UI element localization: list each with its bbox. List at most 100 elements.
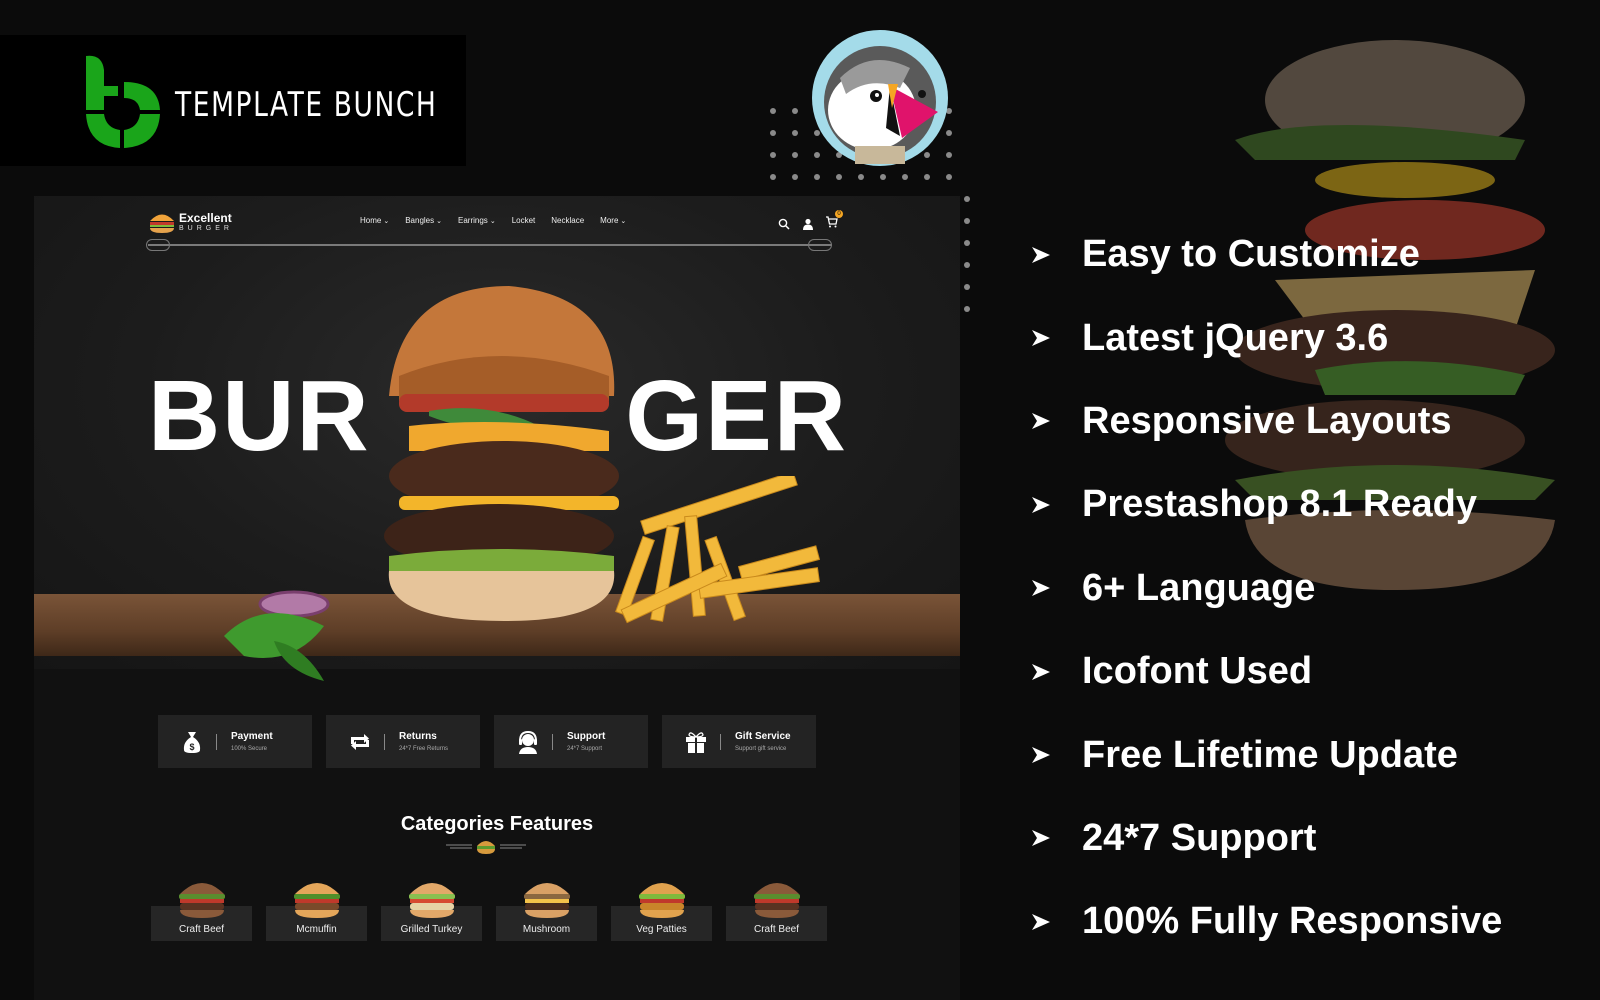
category-item[interactable]: Veg Patties bbox=[611, 876, 712, 942]
pattern-dot bbox=[792, 108, 798, 114]
nav-item-earrings[interactable]: Earrings ⌄ bbox=[458, 216, 496, 225]
hero-title-left: BUR bbox=[148, 360, 371, 472]
service-subtitle: Support gift service bbox=[735, 746, 787, 752]
service-gift[interactable]: Gift Service Support gift service bbox=[662, 715, 816, 768]
category-label: Mcmuffin bbox=[296, 924, 337, 935]
category-item[interactable]: Mushroom bbox=[496, 876, 597, 942]
category-label: Mushroom bbox=[522, 924, 571, 935]
service-separator bbox=[552, 733, 553, 750]
feature-text: Prestashop 8.1 Ready bbox=[1082, 483, 1477, 526]
pattern-dot bbox=[792, 130, 798, 136]
service-payment[interactable]: $ Payment 100% Secure bbox=[158, 715, 312, 768]
category-item[interactable]: Craft Beef bbox=[726, 876, 827, 942]
pattern-dot bbox=[792, 152, 798, 158]
service-title: Support bbox=[567, 731, 606, 742]
category-item[interactable]: Craft Beef bbox=[151, 876, 252, 942]
pattern-dot bbox=[924, 174, 930, 180]
site-logo-subtitle: BURGER bbox=[179, 225, 233, 232]
pattern-dot bbox=[858, 174, 864, 180]
site-logo-title: Excellent bbox=[179, 211, 232, 225]
service-subtitle: 100% Secure bbox=[231, 746, 268, 752]
burger-thumbnail-icon bbox=[754, 883, 800, 918]
service-title: Gift Service bbox=[735, 731, 791, 742]
nav-label: Home bbox=[360, 216, 382, 225]
burger-thumbnail-icon bbox=[294, 883, 340, 918]
categories-list: Craft Beef Mcmuffin Grilled Turkey Mushroom… bbox=[151, 876, 827, 942]
arrow-right-icon bbox=[1032, 330, 1050, 347]
cart-count-badge: 0 bbox=[835, 210, 843, 218]
nav-item-necklace[interactable]: Necklace bbox=[551, 216, 584, 225]
pattern-dot bbox=[964, 284, 970, 290]
divider-ornament bbox=[808, 239, 832, 251]
returns-icon bbox=[351, 733, 369, 750]
pattern-dot bbox=[964, 262, 970, 268]
categories-heading: Categories Features bbox=[400, 813, 594, 835]
feature-text: Icofont Used bbox=[1082, 650, 1313, 693]
arrow-right-icon bbox=[1032, 913, 1050, 930]
feature-item: Icofont Used bbox=[1030, 630, 1502, 713]
headset-icon bbox=[519, 730, 537, 754]
template-bunch-logo-icon bbox=[86, 55, 160, 148]
hero-burger-image bbox=[384, 286, 619, 621]
hero-banner: Excellent BURGER Home ⌄ Bangles ⌄ Earrings… bbox=[34, 196, 960, 681]
feature-item: Free Lifetime Update bbox=[1030, 713, 1502, 796]
category-item[interactable]: Grilled Turkey bbox=[381, 876, 482, 942]
service-separator bbox=[216, 733, 217, 750]
service-separator bbox=[384, 733, 385, 750]
basil-leaf-image bbox=[224, 590, 330, 681]
feature-item: 24*7 Support bbox=[1030, 797, 1502, 880]
category-label: Craft Beef bbox=[178, 924, 225, 935]
arrow-right-icon bbox=[1032, 413, 1050, 430]
pattern-dot bbox=[770, 130, 776, 136]
pattern-dot bbox=[814, 174, 820, 180]
category-label: Craft Beef bbox=[753, 924, 800, 935]
category-label: Veg Patties bbox=[636, 924, 687, 935]
service-subtitle: 24*7 Free Returns bbox=[399, 746, 449, 752]
header-actions: 0 bbox=[778, 210, 843, 233]
website-preview: Excellent BURGER Home ⌄ Bangles ⌄ Earrings… bbox=[34, 196, 960, 1000]
user-icon[interactable] bbox=[802, 218, 814, 230]
feature-item: 6+ Language bbox=[1030, 547, 1502, 630]
arrow-right-icon bbox=[1032, 496, 1050, 513]
site-logo[interactable]: Excellent BURGER bbox=[148, 210, 233, 234]
arrow-right-icon bbox=[1032, 663, 1050, 680]
feature-text: 100% Fully Responsive bbox=[1082, 900, 1503, 943]
feature-item: Latest jQuery 3.6 bbox=[1030, 296, 1502, 379]
nav-item-more[interactable]: More ⌄ bbox=[600, 216, 626, 225]
chevron-down-icon: ⌄ bbox=[436, 217, 443, 225]
service-returns[interactable]: Returns 24*7 Free Returns bbox=[326, 715, 480, 768]
arrow-right-icon bbox=[1032, 246, 1050, 263]
pattern-dot bbox=[902, 174, 908, 180]
feature-item: Prestashop 8.1 Ready bbox=[1030, 463, 1502, 546]
nav-item-locket[interactable]: Locket bbox=[512, 216, 536, 225]
pattern-dot bbox=[946, 174, 952, 180]
arrow-right-icon bbox=[1032, 580, 1050, 597]
category-item[interactable]: Mcmuffin bbox=[266, 876, 367, 942]
burger-thumbnail-icon bbox=[639, 883, 685, 918]
burger-thumbnail-icon bbox=[179, 883, 225, 918]
pattern-dot bbox=[770, 152, 776, 158]
nav-label: More bbox=[600, 216, 619, 225]
service-separator bbox=[720, 733, 721, 750]
burger-thumbnail-icon bbox=[524, 883, 570, 918]
chevron-down-icon: ⌄ bbox=[383, 217, 390, 225]
site-header: Excellent BURGER Home ⌄ Bangles ⌄ Earrings… bbox=[146, 208, 848, 258]
chevron-down-icon: ⌄ bbox=[620, 217, 627, 225]
feature-item: 100% Fully Responsive bbox=[1030, 880, 1502, 963]
feature-item: Responsive Layouts bbox=[1030, 380, 1502, 463]
nav-item-home[interactable]: Home ⌄ bbox=[360, 216, 389, 225]
header-divider bbox=[148, 244, 832, 246]
cart-button[interactable]: 0 bbox=[826, 210, 843, 233]
pattern-dot bbox=[964, 218, 970, 224]
feature-list: Easy to Customize Latest jQuery 3.6 Respon… bbox=[1030, 213, 1502, 964]
service-support[interactable]: Support 24*7 Support bbox=[494, 715, 648, 768]
feature-text: Free Lifetime Update bbox=[1082, 733, 1458, 776]
pattern-dot bbox=[964, 306, 970, 312]
pattern-dot bbox=[880, 174, 886, 180]
money-bag-icon: $ bbox=[183, 731, 201, 753]
feature-item: Easy to Customize bbox=[1030, 213, 1502, 296]
search-icon[interactable] bbox=[778, 218, 790, 230]
nav-item-bangles[interactable]: Bangles ⌄ bbox=[405, 216, 442, 225]
arrow-right-icon bbox=[1032, 830, 1050, 847]
chevron-down-icon: ⌄ bbox=[489, 217, 496, 225]
